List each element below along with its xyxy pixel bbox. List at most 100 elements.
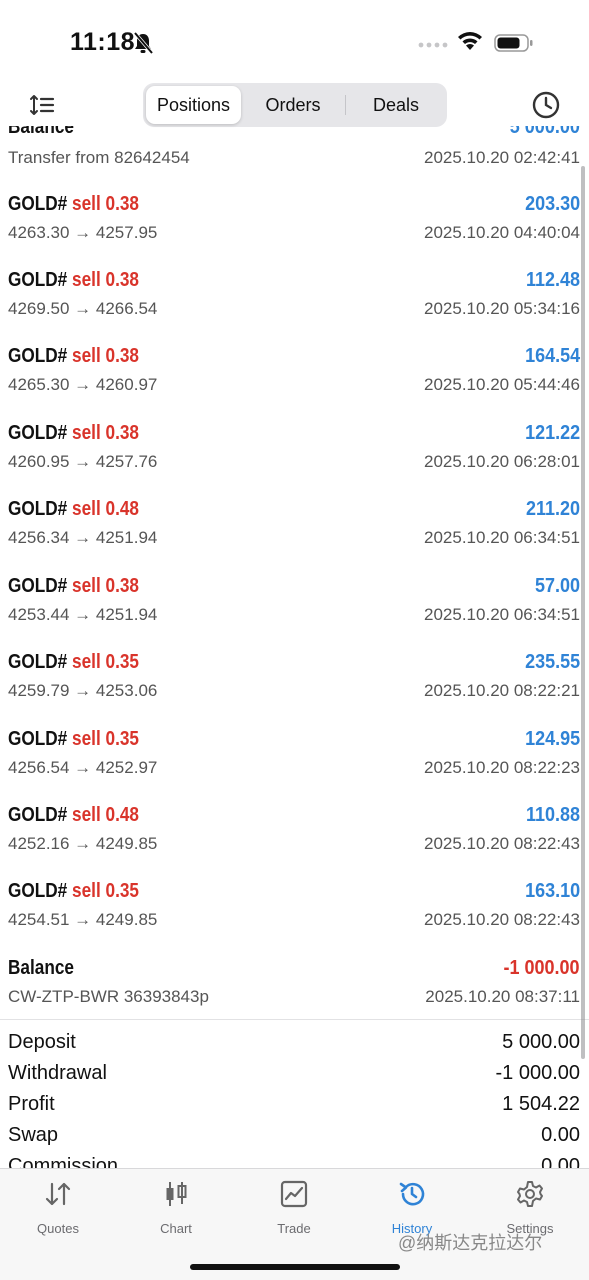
row-profit: 110.88	[525, 804, 580, 826]
quotes-icon	[45, 1182, 71, 1206]
row-time: 2025.10.20 08:22:23	[424, 758, 580, 777]
row-side: sell	[72, 728, 101, 750]
list-item[interactable]: GOLD# sell 0.38 164.54 4265.30 → 4260.97…	[0, 345, 589, 421]
row-prices: 4269.50 → 4266.54	[8, 299, 158, 318]
row-symbol: GOLD# sell 0.35	[8, 880, 140, 902]
summary-profit: Profit 1 504.22	[0, 1093, 589, 1124]
row-symbol: GOLD# sell 0.48	[8, 498, 140, 520]
row-symbol: GOLD# sell 0.38	[8, 422, 140, 444]
row-volume: 0.38	[105, 269, 140, 291]
summary-deposit: Deposit 5 000.00	[0, 1031, 589, 1062]
row-side: sell	[72, 575, 101, 597]
list-item-balance-withdrawal[interactable]: Balance -1 000.00 CW-ZTP-BWR 36393843p 2…	[0, 957, 589, 1033]
row-detail: CW-ZTP-BWR 36393843p	[8, 987, 209, 1006]
row-prices: 4252.16 → 4249.85	[8, 834, 158, 853]
summary-label: Profit	[8, 1093, 55, 1115]
tab-label: Quotes	[37, 1221, 79, 1236]
summary-value: 5 000.00	[502, 1031, 580, 1053]
row-prices: 4256.34 → 4251.94	[8, 528, 158, 547]
list-item[interactable]: GOLD# sell 0.38 57.00 4253.44 → 4251.94 …	[0, 575, 589, 651]
row-volume: 0.35	[105, 651, 140, 673]
summary-label: Deposit	[8, 1031, 76, 1053]
tab-trade[interactable]: Trade	[239, 1179, 349, 1239]
row-prices: 4265.30 → 4260.97	[8, 375, 158, 394]
row-symbol: GOLD# sell 0.38	[8, 193, 140, 215]
chart-icon	[166, 1182, 187, 1206]
deal-list[interactable]: Balance 5 000.00 Transfer from 82642454 …	[0, 126, 589, 1168]
summary-swap: Swap 0.00	[0, 1124, 589, 1155]
tab-quotes[interactable]: Quotes	[3, 1179, 113, 1239]
row-time: 2025.10.20 05:34:16	[424, 299, 580, 318]
cellular-signal-icon	[418, 42, 448, 48]
summary-withdrawal: Withdrawal -1 000.00	[0, 1062, 589, 1093]
tab-deals[interactable]: Deals	[347, 86, 445, 124]
watermark: @纳斯达克拉达尔	[398, 1233, 543, 1253]
row-profit: 57.00	[534, 575, 580, 597]
row-prices: 4254.51 → 4249.85	[8, 910, 158, 929]
row-profit: -1 000.00	[503, 957, 580, 979]
list-item[interactable]: GOLD# sell 0.38 121.22 4260.95 → 4257.76…	[0, 422, 589, 498]
summary-label: Swap	[8, 1124, 59, 1146]
row-prices: 4256.54 → 4252.97	[8, 758, 158, 777]
summary-value: 0.00	[541, 1155, 580, 1168]
row-profit: 203.30	[524, 193, 580, 215]
settings-icon	[517, 1181, 543, 1207]
row-side: sell	[72, 345, 101, 367]
history-segmented-control: Positions Orders Deals	[143, 83, 447, 127]
list-item[interactable]: GOLD# sell 0.35 235.55 4259.79 → 4253.06…	[0, 651, 589, 727]
home-indicator[interactable]	[190, 1264, 400, 1270]
tab-positions[interactable]: Positions	[146, 86, 241, 124]
history-icon	[399, 1182, 425, 1206]
row-time: 2025.10.20 08:22:43	[424, 910, 580, 929]
summary-label: Withdrawal	[8, 1062, 107, 1084]
status-time: 11:18	[70, 28, 136, 56]
toolbar: Positions Orders Deals	[0, 82, 589, 128]
list-item-balance-transfer[interactable]: Balance 5 000.00 Transfer from 82642454 …	[0, 126, 589, 202]
list-item[interactable]: GOLD# sell 0.48 211.20 4256.34 → 4251.94…	[0, 498, 589, 574]
list-item[interactable]: GOLD# sell 0.48 110.88 4252.16 → 4249.85…	[0, 804, 589, 880]
tab-chart[interactable]: Chart	[121, 1179, 231, 1239]
list-item[interactable]: GOLD# sell 0.35 163.10 4254.51 → 4249.85…	[0, 880, 589, 956]
summary-label: Commission	[8, 1155, 119, 1168]
row-volume: 0.38	[105, 345, 140, 367]
row-side: sell	[72, 498, 101, 520]
row-time: 2025.10.20 04:40:04	[424, 223, 580, 242]
list-item[interactable]: GOLD# sell 0.38 112.48 4269.50 → 4266.54…	[0, 269, 589, 345]
row-prices: 4259.79 → 4253.06	[8, 681, 158, 700]
row-profit: 124.95	[524, 728, 580, 750]
trade-icon	[280, 1180, 308, 1208]
row-side: sell	[72, 880, 101, 902]
row-volume: 0.38	[105, 422, 140, 444]
segment-divider	[345, 95, 346, 115]
status-bar: 11:18	[0, 0, 589, 80]
wifi-icon	[458, 32, 482, 50]
row-symbol: GOLD# sell 0.35	[8, 728, 140, 750]
battery-icon	[494, 34, 533, 52]
row-time: 2025.10.20 05:44:46	[424, 375, 580, 394]
row-side: sell	[72, 193, 101, 215]
row-side: sell	[72, 269, 101, 291]
row-time: 2025.10.20 08:22:21	[424, 681, 580, 700]
row-symbol: Balance	[8, 126, 74, 138]
list-item[interactable]: GOLD# sell 0.38 203.30 4263.30 → 4257.95…	[0, 193, 589, 269]
row-time: 2025.10.20 08:37:11	[425, 987, 580, 1006]
row-profit: 235.55	[524, 651, 580, 673]
row-profit: 211.20	[525, 498, 580, 520]
tab-label: Trade	[277, 1221, 311, 1236]
row-detail: Transfer from 82642454	[8, 148, 190, 167]
sort-icon[interactable]	[29, 92, 55, 118]
row-time: 2025.10.20 06:34:51	[424, 605, 580, 624]
summary-value: 1 504.22	[502, 1093, 580, 1115]
row-volume: 0.38	[105, 575, 140, 597]
row-time: 2025.10.20 06:28:01	[424, 452, 580, 471]
row-symbol: Balance	[8, 957, 74, 979]
scrollbar[interactable]	[581, 166, 585, 1059]
row-prices: 4263.30 → 4257.95	[8, 223, 158, 242]
row-symbol: GOLD# sell 0.38	[8, 575, 140, 597]
clock-icon[interactable]	[532, 91, 560, 119]
row-profit: 5 000.00	[509, 126, 580, 138]
row-symbol: GOLD# sell 0.38	[8, 269, 140, 291]
tab-orders[interactable]: Orders	[243, 86, 343, 124]
list-item[interactable]: GOLD# sell 0.35 124.95 4256.54 → 4252.97…	[0, 728, 589, 804]
row-prices: 4260.95 → 4257.76	[8, 452, 158, 471]
